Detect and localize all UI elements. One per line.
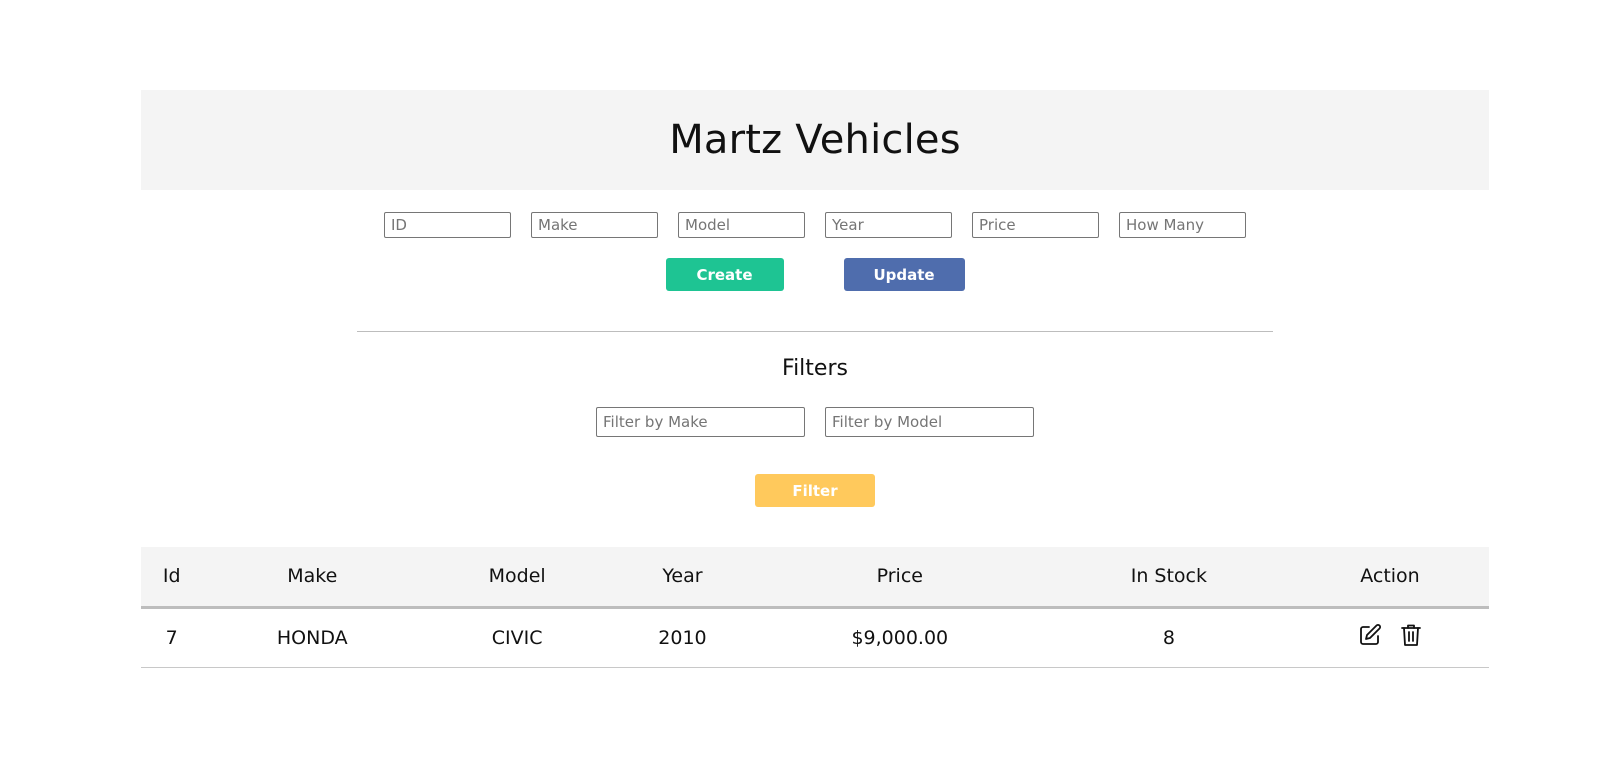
section-divider (357, 331, 1273, 332)
form-buttons: Create Update (141, 258, 1489, 291)
table-row: 7 HONDA CIVIC 2010 $9,000.00 8 (141, 607, 1489, 667)
cell-model: CIVIC (491, 626, 543, 649)
cell-in-stock: 8 (1162, 626, 1175, 649)
header-year: Year (662, 565, 703, 588)
header-make: Make (287, 565, 338, 588)
filter-make-input[interactable] (596, 407, 805, 437)
header-in-stock: In Stock (1130, 565, 1208, 588)
filters-title: Filters (782, 356, 848, 381)
create-button[interactable]: Create (665, 258, 784, 291)
make-input[interactable] (531, 212, 658, 238)
price-input[interactable] (972, 212, 1099, 238)
filter-button[interactable]: Filter (755, 474, 875, 507)
how-many-input[interactable] (1119, 212, 1246, 238)
header-model: Model (488, 565, 546, 588)
model-input[interactable] (678, 212, 805, 238)
app-container: Martz Vehicles Create Update Filters Fil… (141, 90, 1489, 668)
table-header-row: Id Make Model Year Price In Stock Action (141, 547, 1489, 607)
header-id: Id (162, 565, 181, 588)
header-price: Price (876, 565, 923, 588)
cell-action (1291, 607, 1489, 667)
page-header: Martz Vehicles (141, 90, 1489, 190)
edit-icon[interactable] (1358, 623, 1382, 647)
header-action: Action (1360, 565, 1420, 588)
filter-model-input[interactable] (825, 407, 1034, 437)
vehicle-form (141, 212, 1489, 238)
action-icons (1358, 623, 1422, 647)
cell-id: 7 (165, 626, 178, 649)
filter-buttons: Filter (141, 457, 1489, 507)
cell-make: HONDA (276, 626, 348, 649)
year-input[interactable] (825, 212, 952, 238)
page-title: Martz Vehicles (669, 117, 961, 163)
update-button[interactable]: Update (843, 258, 965, 291)
filter-form (141, 407, 1489, 437)
vehicles-table: Id Make Model Year Price In Stock Action… (141, 547, 1489, 668)
cell-price: $9,000.00 (851, 626, 949, 649)
cell-year: 2010 (658, 626, 707, 649)
id-input[interactable] (384, 212, 511, 238)
trash-icon[interactable] (1400, 623, 1422, 647)
